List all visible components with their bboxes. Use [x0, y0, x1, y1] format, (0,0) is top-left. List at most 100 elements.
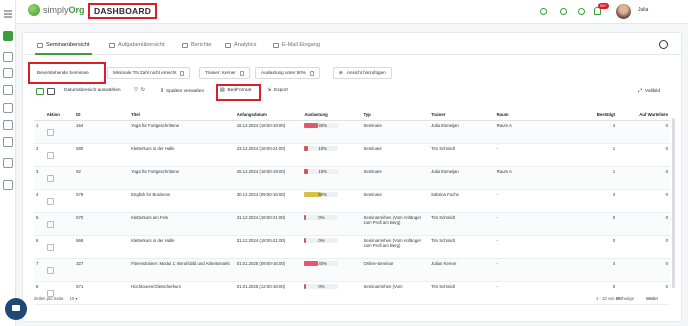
utilization-bar: 10% — [304, 145, 339, 151]
title-cell[interactable]: Kletterkurs in der Halle — [129, 235, 235, 259]
view-auslastung-unter-50[interactable]: Auslastung unter 50% — [255, 67, 320, 79]
type-cell: Seminarreihen (Vom Anfänger zum Profi am… — [361, 212, 430, 236]
table-row[interactable]: 1 164 Yoga für Fortgeschrittene 18.12.2024 … — [34, 120, 670, 144]
type-cell: Seminare — [361, 166, 430, 190]
building-icon[interactable] — [3, 68, 13, 78]
mail-icon — [273, 42, 279, 48]
col-warteliste[interactable]: Auf Warteliste — [617, 109, 670, 121]
store-icon[interactable] — [3, 180, 13, 190]
list-icon[interactable] — [3, 85, 13, 95]
tab-label: Berichte — [191, 42, 212, 48]
fullscreen-button[interactable]: ⤢ Vollbild — [638, 88, 660, 95]
chevron-down-icon[interactable]: ▾ — [76, 296, 78, 301]
trash-icon[interactable] — [309, 70, 314, 76]
notification-badge: 99+ — [598, 3, 609, 9]
calendar-icon-button[interactable] — [36, 88, 55, 95]
tab-seminaruebersicht[interactable]: Seminarübersicht — [35, 42, 92, 55]
chat-icon[interactable] — [5, 298, 27, 320]
grid-icon[interactable] — [3, 52, 13, 62]
row-index: 3 — [34, 166, 45, 190]
view-bevorstehende-seminare[interactable]: Bevorstehende Seminare — [32, 67, 94, 79]
refresh-icon[interactable] — [659, 40, 668, 49]
action-cell — [44, 143, 75, 167]
pagination-footer: Zeilen pro Seite: 10 ▾ 1 - 10 von 85 Vor… — [34, 296, 676, 306]
add-view-button[interactable]: ⊕ Ansicht hinzufügen — [333, 67, 392, 79]
row-action-icon[interactable] — [46, 128, 54, 136]
avatar[interactable] — [616, 4, 631, 19]
title-cell[interactable]: Yoga für Fortgeschrittene — [129, 120, 235, 144]
page-title: DASHBOARD — [88, 3, 158, 19]
col-raum[interactable]: Raum — [494, 109, 558, 121]
trash-icon[interactable] — [239, 70, 244, 76]
col-anfangsdatum[interactable]: Anfangsdatum — [234, 109, 303, 121]
col-typ[interactable]: Typ — [361, 109, 430, 121]
megaphone-icon[interactable] — [3, 103, 13, 113]
help-icon[interactable] — [578, 8, 585, 15]
tab-analytics[interactable]: Analytics — [225, 42, 256, 48]
refresh-small-icon[interactable]: ↻ — [141, 88, 145, 93]
row-action-icon[interactable] — [46, 266, 54, 274]
id-cell: 164 — [74, 120, 130, 144]
table-row[interactable]: 5 570 Kletterkurs am Fels 31.12.2024 (18:00… — [34, 212, 670, 236]
logo[interactable]: simplyOrg — [28, 4, 85, 16]
table-row[interactable]: 3 92 Yoga für Fortgeschrittene 25.12.2024 (… — [34, 166, 670, 190]
dashboard-icon[interactable] — [3, 31, 13, 41]
bedformat-button[interactable]: ▤ BedFormat — [220, 88, 251, 93]
tab-aufgabenuebersicht[interactable]: Aufgabenübersicht — [109, 42, 165, 48]
room-cell: - — [494, 143, 558, 167]
col-titel[interactable]: Titel — [129, 109, 235, 121]
tab-email-eingang[interactable]: E-Mail Eingang — [273, 42, 320, 48]
columns-button[interactable]: ⫴ Spalten verwalten — [161, 88, 204, 95]
next-page-button[interactable]: Weiter — [646, 296, 658, 301]
row-action-icon[interactable] — [46, 220, 54, 228]
trash-icon[interactable] — [180, 70, 185, 76]
waitlist-cell: 0 — [617, 143, 670, 167]
topbar: simplyOrg DASHBOARD 99+ Julia — [16, 0, 688, 24]
info-icon[interactable] — [560, 8, 567, 15]
col-aktion[interactable]: Aktion — [44, 109, 75, 121]
date-range-button[interactable]: Datumsbereich auswählen — [64, 88, 121, 93]
trainer-cell: Julia Esmeijan — [429, 120, 495, 144]
filter-button[interactable]: ▽ ↻ — [134, 88, 145, 93]
rows-per-page-select[interactable]: 10 — [70, 296, 75, 301]
settings-icon[interactable] — [3, 158, 13, 168]
utilization-value: 40% — [318, 122, 327, 128]
view-label: Trainer: Kerner — [205, 70, 236, 75]
lightbulb-icon[interactable] — [540, 8, 547, 15]
utilization-value: 0% — [318, 237, 325, 243]
title-cell[interactable]: Kletterkurs in der Halle — [129, 143, 235, 167]
view-trainer-kerner[interactable]: Trainer: Kerner — [199, 67, 250, 79]
title-cell[interactable]: English for Business — [129, 189, 235, 213]
row-action-icon[interactable] — [46, 197, 54, 205]
table-row[interactable]: 4 579 English for Business 30.12.2024 (09:0… — [34, 189, 670, 213]
row-action-icon[interactable] — [46, 174, 54, 182]
col-id[interactable]: ID — [74, 109, 130, 121]
scrollbar[interactable] — [672, 118, 675, 288]
chart-icon[interactable] — [3, 137, 13, 147]
table-row[interactable]: 2 580 Kletterkurs in der Halle 23.12.2024 (… — [34, 143, 670, 167]
title-cell[interactable]: Kletterkurs am Fels — [129, 212, 235, 236]
row-action-icon[interactable] — [46, 243, 54, 251]
row-action-icon[interactable] — [46, 151, 54, 159]
col-auslastung[interactable]: Auslastung — [302, 109, 362, 121]
utilization-fill — [304, 168, 308, 174]
view-min-tn-zahl[interactable]: Minimale TN Zahl nicht erreicht — [107, 67, 191, 79]
analytics-icon — [225, 42, 231, 48]
export-button[interactable]: ⇲ Export — [267, 88, 288, 93]
col-bestaetigt[interactable]: Bestätigt — [557, 109, 618, 121]
document-icon[interactable] — [3, 120, 13, 130]
title-cell[interactable]: Yoga für Fortgeschrittene — [129, 166, 235, 190]
prev-page-button[interactable]: Vorherige — [616, 296, 634, 301]
title-cell[interactable]: Fitnesstrainer: Modul 1: Berufsbild und … — [129, 258, 235, 282]
view-label: Minimale TN Zahl nicht erreicht — [113, 70, 177, 75]
tab-label: Analytics — [234, 42, 257, 48]
action-cell — [44, 189, 75, 213]
menu-icon[interactable] — [3, 6, 13, 18]
table-row[interactable]: 6 569 Kletterkurs in der Halle 31.12.2024 (… — [34, 235, 670, 259]
type-cell: Seminare — [361, 189, 430, 213]
utilization-fill — [304, 260, 318, 266]
col-trainer[interactable]: Trainer — [429, 109, 495, 121]
table-row[interactable]: 7 327 Fitnesstrainer: Modul 1: Berufsbild … — [34, 258, 670, 282]
user-name[interactable]: Julia — [638, 7, 648, 13]
tab-berichte[interactable]: Berichte — [182, 42, 212, 48]
